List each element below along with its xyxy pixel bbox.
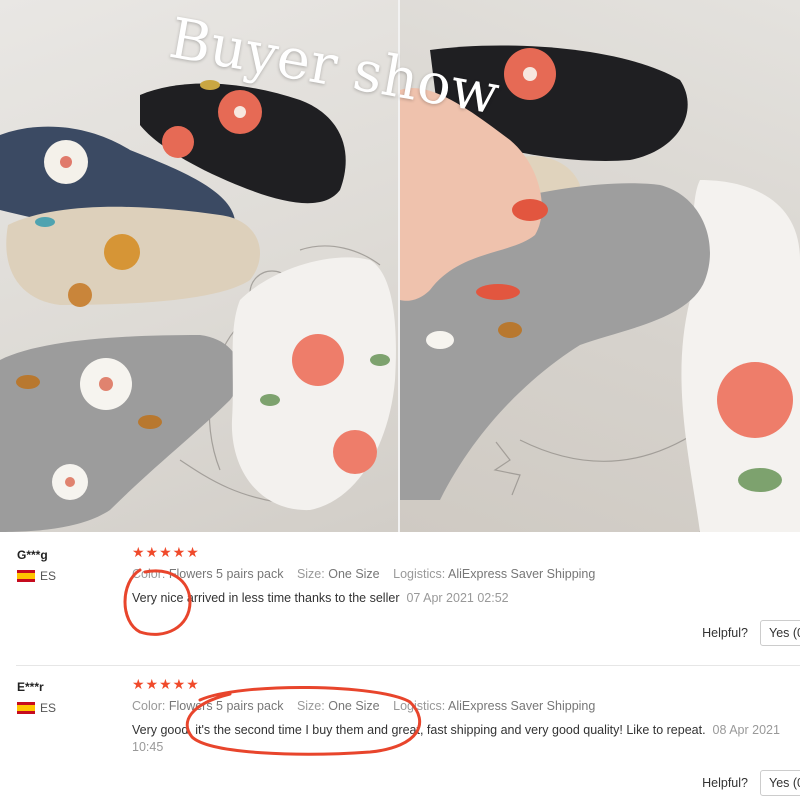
logistics-label: Logistics:	[393, 567, 446, 581]
review-item: E***r ES ★★★★★ Color: Flowers 5 pairs pa…	[0, 672, 800, 800]
review-date: 07 Apr 2021 02:52	[406, 591, 509, 605]
review-attributes: Color: Flowers 5 pairs pack Size: One Si…	[132, 699, 595, 713]
logistics-value: AliExpress Saver Shipping	[448, 567, 596, 581]
helpful-yes-button[interactable]: Yes (0	[760, 620, 800, 646]
review-attributes: Color: Flowers 5 pairs pack Size: One Si…	[132, 567, 595, 581]
helpful-label: Helpful?	[702, 776, 748, 790]
helpful-label: Helpful?	[702, 626, 748, 640]
logistics-label: Logistics:	[393, 699, 446, 713]
review-text: Very nice arrived in less time thanks to…	[132, 591, 400, 605]
review-divider	[16, 665, 800, 666]
reviewer-name: E***r	[17, 680, 44, 694]
size-value: One Size	[328, 567, 380, 581]
review-comment: Very nice arrived in less time thanks to…	[132, 590, 792, 607]
color-label: Color:	[132, 567, 166, 581]
reviewer-country: ES	[40, 569, 57, 583]
spain-flag-icon	[17, 570, 35, 582]
color-label: Color:	[132, 699, 166, 713]
spain-flag-icon	[17, 702, 35, 714]
color-value: Flowers 5 pairs pack	[168, 567, 284, 581]
logistics-value: AliExpress Saver Shipping	[448, 699, 596, 713]
size-label: Size:	[296, 567, 325, 581]
star-rating: ★★★★★	[132, 676, 200, 692]
reviewer-country: ES	[40, 701, 57, 715]
size-value: One Size	[328, 699, 380, 713]
helpful-yes-button[interactable]: Yes (0	[760, 770, 800, 796]
review-item: G***g ES ★★★★★ Color: Flowers 5 pairs pa…	[0, 540, 800, 664]
review-comment: Very good, it's the second time I buy th…	[132, 722, 792, 756]
size-label: Size:	[296, 699, 325, 713]
star-rating: ★★★★★	[132, 544, 200, 560]
color-value: Flowers 5 pairs pack	[168, 699, 284, 713]
reviewer-name: G***g	[17, 548, 48, 562]
review-text: Very good, it's the second time I buy th…	[132, 723, 706, 737]
